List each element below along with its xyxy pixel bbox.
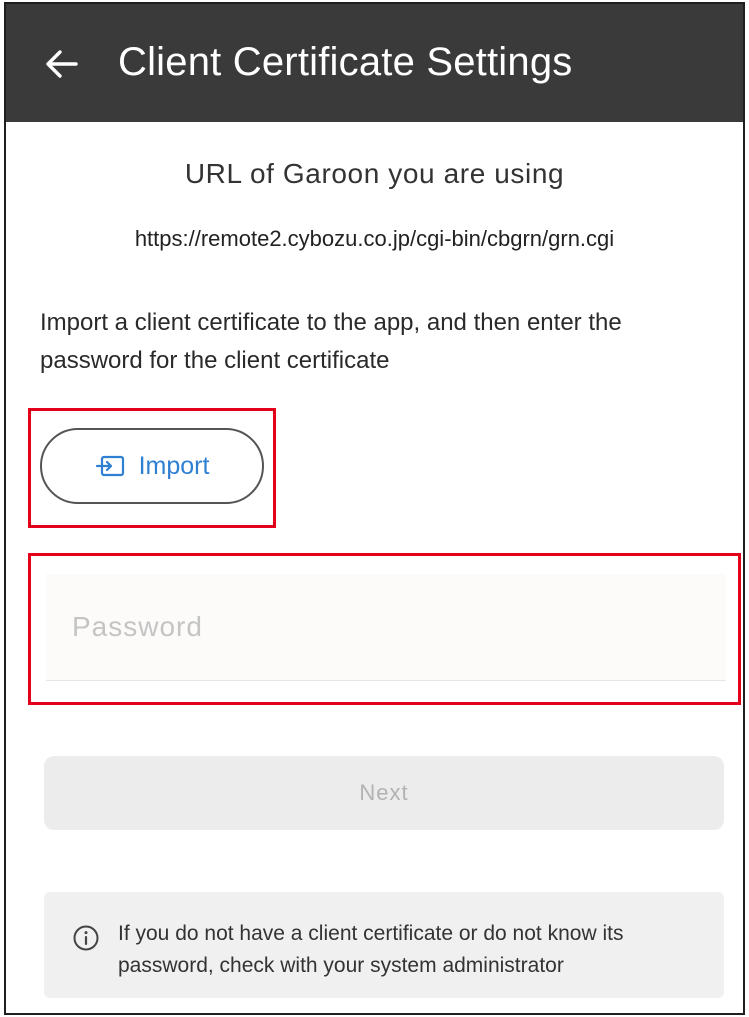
import-button-label: Import — [138, 451, 210, 480]
app-screen: Client Certificate Settings URL of Garoo… — [4, 2, 745, 1015]
password-input[interactable] — [46, 574, 726, 680]
instruction-text: Import a client certificate to the app, … — [40, 309, 622, 374]
import-icon — [95, 455, 124, 477]
help-notice: If you do not have a client certificate … — [44, 892, 724, 998]
url-heading: URL of Garoon you are using — [184, 158, 565, 189]
notice-text: If you do not have a client certificate … — [118, 922, 624, 977]
info-icon — [73, 925, 99, 951]
garoon-url: https://remote2.cybozu.co.jp/cgi-bin/cbg… — [134, 226, 615, 251]
page-title: Client Certificate Settings — [118, 40, 573, 84]
password-underline — [46, 680, 726, 681]
next-button[interactable]: Next — [44, 756, 724, 830]
arrow-left-icon[interactable] — [44, 48, 78, 80]
app-bar: Client Certificate Settings — [6, 4, 743, 122]
next-button-label: Next — [359, 780, 409, 805]
import-button[interactable]: Import — [40, 428, 264, 504]
